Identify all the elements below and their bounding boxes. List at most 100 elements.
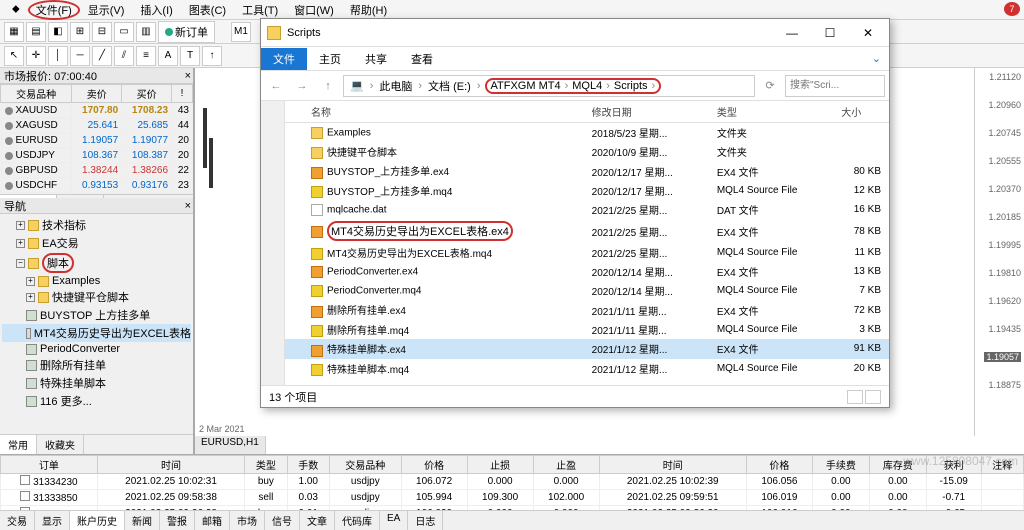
col-name[interactable]: 名称 bbox=[303, 101, 584, 123]
file-row[interactable]: Examples2018/5/23 星期...文件夹 bbox=[285, 123, 889, 143]
file-list[interactable]: 名称 修改日期 类型 大小 Examples2018/5/23 星期...文件夹… bbox=[285, 101, 889, 385]
close-button[interactable]: ✕ bbox=[853, 26, 883, 40]
col-lots[interactable]: 手数 bbox=[287, 456, 329, 474]
terminal-tab[interactable]: 新闻 bbox=[125, 511, 160, 530]
up-button[interactable]: ↑ bbox=[317, 75, 339, 97]
tree-special[interactable]: 特殊挂单脚本 bbox=[2, 374, 191, 392]
menu-view[interactable]: 显示(V) bbox=[80, 0, 133, 20]
close-icon[interactable]: × bbox=[185, 200, 191, 212]
terminal-tab[interactable]: EA bbox=[380, 511, 408, 530]
menu-window[interactable]: 窗口(W) bbox=[286, 0, 342, 20]
tb-fib[interactable]: ≡ bbox=[136, 46, 156, 66]
address-bar[interactable]: 💻› 此电脑› 文档 (E:)› ATFXGM MT4›MQL4›Scripts… bbox=[343, 75, 755, 97]
col-tp[interactable]: 止盈 bbox=[533, 456, 599, 474]
quote-row[interactable]: XAUUSD1707.801708.2343 bbox=[1, 103, 193, 119]
terminal-tab[interactable]: 警报 bbox=[160, 511, 195, 530]
explorer-sidebar[interactable] bbox=[261, 101, 285, 385]
col-ctime[interactable]: 时间 bbox=[599, 456, 746, 474]
close-icon[interactable]: × bbox=[185, 70, 191, 82]
file-row[interactable]: 快捷键平仓脚本2020/10/9 星期...文件夹 bbox=[285, 142, 889, 161]
tb-cursor[interactable]: ↖ bbox=[4, 46, 24, 66]
new-order-button[interactable]: 新订单 bbox=[158, 21, 215, 43]
col-symbol[interactable]: 交易品种 bbox=[1, 85, 72, 103]
tb-channel[interactable]: ⫽ bbox=[114, 46, 134, 66]
tree-delall[interactable]: 删除所有挂单 bbox=[2, 356, 191, 374]
tb-hline[interactable]: ─ bbox=[70, 46, 90, 66]
ribbon-home[interactable]: 主页 bbox=[307, 48, 353, 70]
terminal-tab[interactable]: 代码库 bbox=[335, 511, 380, 530]
tree-examples[interactable]: +Examples bbox=[2, 274, 191, 288]
forward-button[interactable]: → bbox=[291, 75, 313, 97]
ribbon-expand[interactable]: ⌄ bbox=[864, 52, 889, 65]
notification-badge[interactable]: 7 bbox=[1004, 2, 1020, 16]
tb-text[interactable]: A bbox=[158, 46, 178, 66]
quote-row[interactable]: EURUSD1.190571.1907720 bbox=[1, 133, 193, 148]
refresh-button[interactable]: ⟳ bbox=[759, 75, 781, 97]
terminal-tab[interactable]: 文章 bbox=[300, 511, 335, 530]
file-row[interactable]: mqlcache.dat2021/2/25 星期...DAT 文件16 KB bbox=[285, 200, 889, 219]
file-row[interactable]: MT4交易历史导出为EXCEL表格.mq42021/2/25 星期...MQL4… bbox=[285, 243, 889, 262]
file-row[interactable]: 删除所有挂单.ex42021/1/11 星期...EX4 文件72 KB bbox=[285, 300, 889, 319]
quote-row[interactable]: GBPUSD1.382441.3826622 bbox=[1, 163, 193, 178]
quote-row[interactable]: USDJPY108.367108.38720 bbox=[1, 148, 193, 163]
terminal-tab[interactable]: 市场 bbox=[230, 511, 265, 530]
tree-quickclose[interactable]: +快捷键平仓脚本 bbox=[2, 288, 191, 306]
col-ask[interactable]: 买价 bbox=[122, 85, 172, 103]
tb-label[interactable]: T bbox=[180, 46, 200, 66]
explorer-window[interactable]: Scripts — ☐ ✕ 文件 主页 共享 查看 ⌄ ← → ↑ 💻› 此电脑… bbox=[260, 18, 890, 408]
terminal-tab[interactable]: 邮箱 bbox=[195, 511, 230, 530]
file-row[interactable]: MT4交易历史导出为EXCEL表格.ex42021/2/25 星期...EX4 … bbox=[285, 219, 889, 243]
tb-vline[interactable]: │ bbox=[48, 46, 68, 66]
col-date[interactable]: 修改日期 bbox=[584, 101, 709, 123]
col-type[interactable]: 类型 bbox=[245, 456, 287, 474]
tb-open[interactable]: ▤ bbox=[26, 22, 46, 42]
tb-test[interactable]: ▥ bbox=[136, 22, 156, 42]
file-row[interactable]: 删除所有挂单.mq42021/1/11 星期...MQL4 Source Fil… bbox=[285, 320, 889, 339]
view-icons[interactable] bbox=[865, 390, 881, 404]
col-order[interactable]: 订单 bbox=[1, 456, 98, 474]
menu-insert[interactable]: 插入(I) bbox=[132, 0, 180, 20]
minimize-button[interactable]: — bbox=[777, 26, 807, 40]
tb-nav[interactable]: ⊟ bbox=[92, 22, 112, 42]
nav-tab-common[interactable]: 常用 bbox=[0, 435, 37, 454]
file-row[interactable]: BUYSTOP_上方挂多单.mq42020/12/17 星期...MQL4 So… bbox=[285, 181, 889, 200]
menu-help[interactable]: 帮助(H) bbox=[342, 0, 395, 20]
tb-term[interactable]: ▭ bbox=[114, 22, 134, 42]
tree-buystop[interactable]: BUYSTOP 上方挂多单 bbox=[2, 306, 191, 324]
tree-experts[interactable]: +EA交易 bbox=[2, 234, 191, 252]
ribbon-view[interactable]: 查看 bbox=[399, 48, 445, 70]
file-row[interactable]: 特殊挂单脚本.ex42021/1/12 星期...EX4 文件91 KB bbox=[285, 339, 889, 358]
terminal-tab[interactable]: 交易 bbox=[0, 511, 35, 530]
col-type[interactable]: 类型 bbox=[709, 101, 833, 123]
terminal-tab[interactable]: 信号 bbox=[265, 511, 300, 530]
file-row[interactable]: PeriodConverter.ex42020/12/14 星期...EX4 文… bbox=[285, 262, 889, 281]
order-row[interactable]: 313338502021.02.25 09:58:38sell0.03usdjp… bbox=[1, 490, 1024, 506]
quote-row[interactable]: USDCHF0.931530.9317623 bbox=[1, 178, 193, 193]
ribbon-share[interactable]: 共享 bbox=[353, 48, 399, 70]
file-row[interactable]: 特殊挂单脚本.mq42021/1/12 星期...MQL4 Source Fil… bbox=[285, 359, 889, 378]
tb-market[interactable]: ⊞ bbox=[70, 22, 90, 42]
chart-tab[interactable]: EURUSD,H1 bbox=[195, 436, 266, 454]
order-row[interactable]: 313342302021.02.25 10:02:31buy1.00usdjpy… bbox=[1, 474, 1024, 490]
col-bid[interactable]: 卖价 bbox=[72, 85, 122, 103]
ribbon-file[interactable]: 文件 bbox=[261, 48, 307, 70]
col-cprice[interactable]: 价格 bbox=[746, 456, 812, 474]
col-sl[interactable]: 止损 bbox=[467, 456, 533, 474]
tb-trend[interactable]: ╱ bbox=[92, 46, 112, 66]
menu-tools[interactable]: 工具(T) bbox=[234, 0, 286, 20]
col-comm[interactable]: 手续费 bbox=[812, 456, 869, 474]
maximize-button[interactable]: ☐ bbox=[815, 26, 845, 40]
col-spread[interactable]: ! bbox=[172, 85, 193, 103]
tree-periodconv[interactable]: PeriodConverter bbox=[2, 342, 191, 356]
terminal-tab[interactable]: 日志 bbox=[408, 511, 443, 530]
col-size[interactable]: 大小 bbox=[833, 101, 889, 123]
col-sym[interactable]: 交易品种 bbox=[329, 456, 401, 474]
tb-arrow[interactable]: ↑ bbox=[202, 46, 222, 66]
back-button[interactable]: ← bbox=[265, 75, 287, 97]
tb-tf-m1[interactable]: M1 bbox=[231, 22, 251, 42]
col-time[interactable]: 时间 bbox=[97, 456, 244, 474]
file-row[interactable]: PeriodConverter.mq42020/12/14 星期...MQL4 … bbox=[285, 281, 889, 300]
tree-scripts[interactable]: −脚本 bbox=[2, 252, 191, 274]
menu-file[interactable]: 文件(F) bbox=[28, 0, 80, 20]
view-details[interactable] bbox=[847, 390, 863, 404]
